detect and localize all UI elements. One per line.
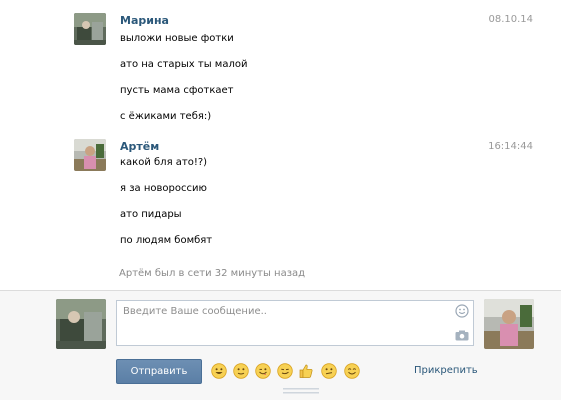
message-time: 16:14:44 [488,141,533,152]
message-text: я за новороссию [120,183,207,194]
message-text: выложи новые фотки [120,33,234,44]
my-avatar[interactable] [56,299,106,349]
emoji-picker-icon[interactable] [455,304,469,318]
message-text: ато на старых ты малой [120,59,248,70]
confused-emoji-icon[interactable] [321,363,337,379]
happy-emoji-icon[interactable] [344,363,360,379]
online-status: Артём был в сети 32 минуты назад [119,268,306,279]
message-time: 08.10.14 [488,14,533,25]
recipient-avatar[interactable] [484,299,534,349]
message-text: какой бля ато!?) [120,157,208,168]
avatar-marina[interactable] [74,13,106,45]
avatar-artem[interactable] [74,139,106,171]
message-composer: Введите Ваше сообщение.. Отправить Прикр… [0,290,561,400]
smirk-emoji-icon[interactable] [277,363,293,379]
message-placeholder: Введите Ваше сообщение.. [123,306,267,317]
message-text: ато пидары [120,209,182,220]
thumbs-up-icon[interactable] [298,363,314,379]
message-input[interactable]: Введите Ваше сообщение.. [116,300,474,346]
sender-name[interactable]: Артём [120,140,159,153]
message-text: пусть мама сфоткает [120,85,234,96]
wink-emoji-icon[interactable] [255,363,271,379]
message-text: с ёжиками тебя:) [120,111,212,122]
attach-link[interactable]: Прикрепить [414,365,478,376]
neutral-emoji-icon[interactable] [233,363,249,379]
camera-icon[interactable] [455,330,469,341]
resize-grip-icon[interactable] [283,388,319,394]
message-text: по людям бомбят [120,235,213,246]
conversation: Марина 08.10.14 выложи новые фотки ато н… [0,0,561,290]
sender-name[interactable]: Марина [120,14,169,27]
send-button[interactable]: Отправить [116,359,202,384]
smile-emoji-icon[interactable] [211,363,227,379]
